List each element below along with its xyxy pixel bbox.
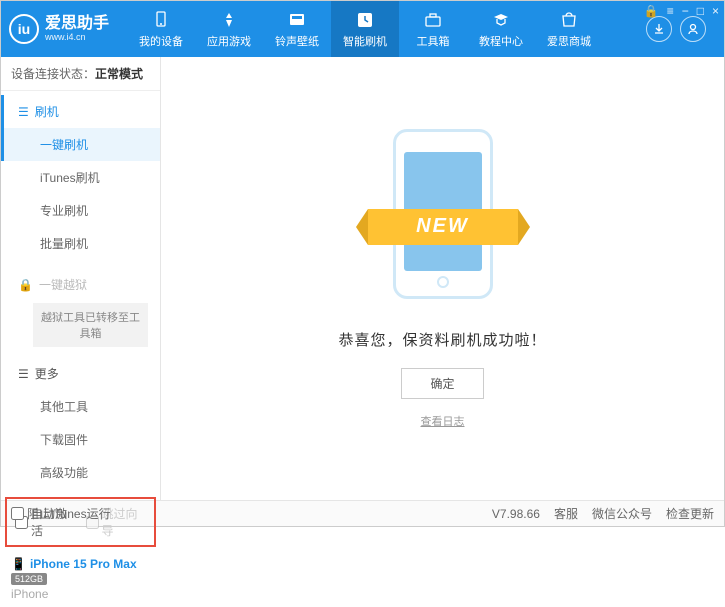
phone-icon: 📱	[11, 557, 26, 571]
apps-icon	[218, 9, 240, 31]
wallpaper-icon	[286, 9, 308, 31]
sidebar-oneclick-flash[interactable]: 一键刷机	[1, 128, 160, 161]
version-label: V7.98.66	[492, 507, 540, 521]
nav-ringtone-wallpaper[interactable]: 铃声壁纸	[263, 1, 331, 57]
sidebar-more-header[interactable]: ☰ 更多	[1, 357, 160, 390]
toolbox-icon	[422, 9, 444, 31]
device-name: iPhone 15 Pro Max	[30, 557, 137, 571]
sidebar-other-tools[interactable]: 其他工具	[1, 390, 160, 423]
close-icon[interactable]: ×	[712, 4, 719, 18]
phone-illustration: NEW	[378, 129, 508, 309]
flash-icon	[354, 9, 376, 31]
block-itunes-checkbox[interactable]: 阻止iTunes运行	[11, 505, 111, 522]
nav-toolbox[interactable]: 工具箱	[399, 1, 467, 57]
minimize-icon[interactable]: −	[682, 4, 689, 18]
success-message: 恭喜您，保资料刷机成功啦！	[338, 329, 546, 350]
sidebar-download-firmware[interactable]: 下载固件	[1, 423, 160, 456]
new-ribbon: NEW	[368, 209, 518, 245]
sidebar-batch-flash[interactable]: 批量刷机	[1, 227, 160, 260]
device-icon	[150, 9, 172, 31]
sidebar-advanced[interactable]: 高级功能	[1, 456, 160, 489]
device-status: 设备连接状态：正常模式	[1, 57, 160, 91]
sidebar-flash-header[interactable]: ☰ 刷机	[1, 95, 160, 128]
lock-icon: 🔒	[18, 278, 33, 292]
footer-update[interactable]: 检查更新	[666, 505, 714, 522]
app-url: www.i4.cn	[45, 33, 109, 43]
store-icon	[558, 9, 580, 31]
download-button[interactable]	[646, 16, 672, 42]
nav-my-device[interactable]: 我的设备	[127, 1, 195, 57]
nav-tutorial[interactable]: 教程中心	[467, 1, 535, 57]
nav-smart-flash[interactable]: 智能刷机	[331, 1, 399, 57]
sidebar-jailbreak-note: 越狱工具已转移至工具箱	[33, 303, 148, 347]
footer-wechat[interactable]: 微信公众号	[592, 505, 652, 522]
nav-store[interactable]: 爱思商城	[535, 1, 603, 57]
view-log-link[interactable]: 查看日志	[421, 413, 465, 429]
app-header: iu 爱思助手 www.i4.cn 我的设备 应用游戏 铃声壁纸 智能刷机 工具…	[1, 1, 724, 57]
footer-support[interactable]: 客服	[554, 505, 578, 522]
menu-icon[interactable]: ≡	[667, 4, 674, 18]
user-button[interactable]	[680, 16, 706, 42]
tutorial-icon	[490, 9, 512, 31]
device-type: iPhone	[11, 587, 150, 601]
main-content: NEW 恭喜您，保资料刷机成功啦！ 确定 查看日志	[161, 57, 724, 500]
app-title: 爱思助手	[45, 15, 109, 33]
logo-icon: iu	[9, 14, 39, 44]
sidebar: 设备连接状态：正常模式 ☰ 刷机 一键刷机 iTunes刷机 专业刷机 批量刷机…	[1, 57, 161, 500]
sidebar-itunes-flash[interactable]: iTunes刷机	[1, 161, 160, 194]
window-controls: 🔒 ≡ − □ ×	[644, 4, 719, 18]
device-info: 📱 iPhone 15 Pro Max 512GB iPhone	[1, 551, 160, 607]
logo-area: iu 爱思助手 www.i4.cn	[9, 14, 109, 44]
more-section-icon: ☰	[18, 367, 29, 381]
ok-button[interactable]: 确定	[401, 368, 483, 399]
flash-section-icon: ☰	[18, 105, 29, 119]
nav-apps-games[interactable]: 应用游戏	[195, 1, 263, 57]
maximize-icon[interactable]: □	[697, 4, 704, 18]
lock-icon[interactable]: 🔒	[644, 4, 659, 18]
sidebar-pro-flash[interactable]: 专业刷机	[1, 194, 160, 227]
main-nav: 我的设备 应用游戏 铃声壁纸 智能刷机 工具箱 教程中心 爱思商城	[127, 1, 646, 57]
sidebar-jailbreak-header: 🔒 一键越狱	[1, 268, 160, 301]
device-storage: 512GB	[11, 573, 47, 585]
